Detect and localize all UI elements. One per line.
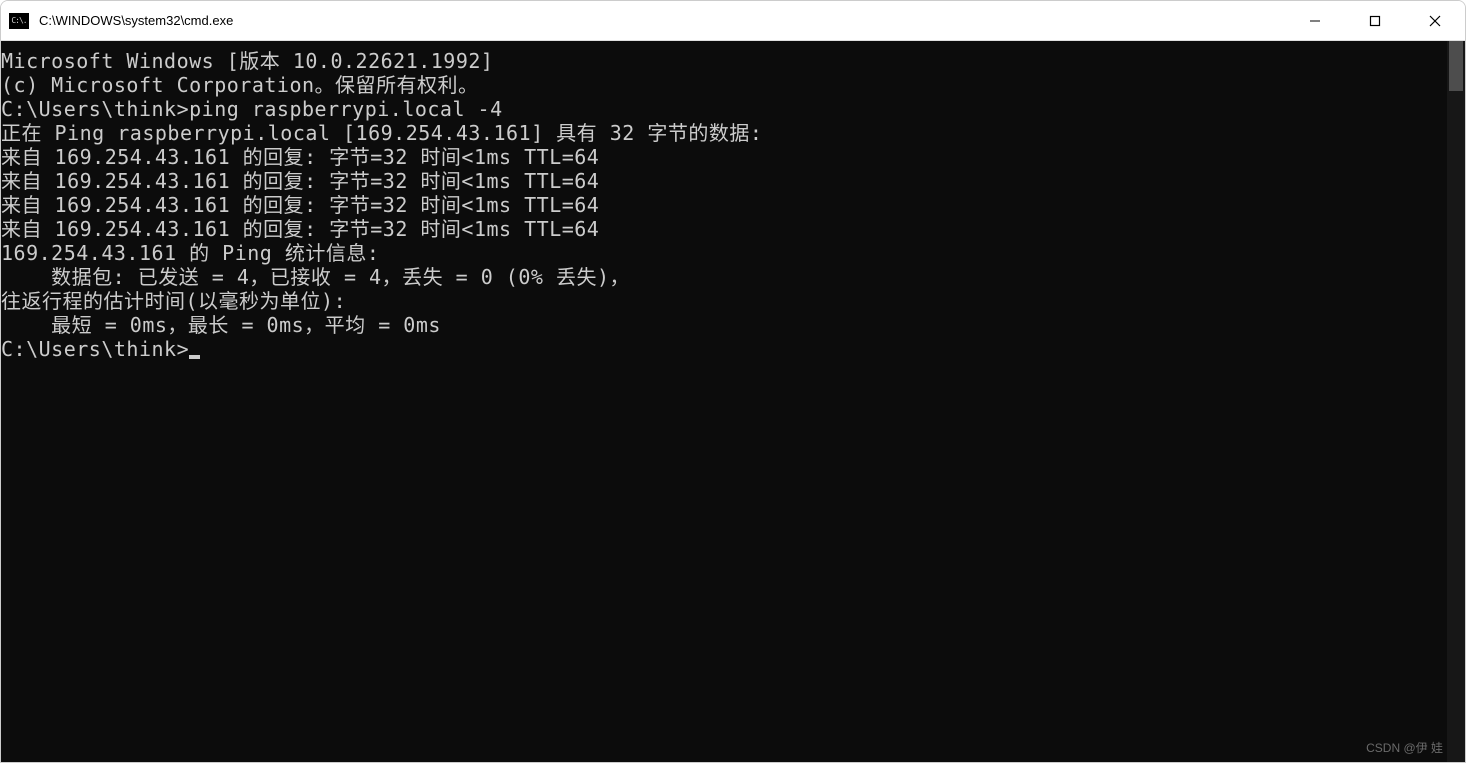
output-line: 数据包: 已发送 = 4，已接收 = 4，丢失 = 0 (0% 丢失)，	[1, 265, 1447, 289]
output-line: (c) Microsoft Corporation。保留所有权利。	[1, 73, 1447, 97]
window-title: C:\WINDOWS\system32\cmd.exe	[39, 13, 1285, 28]
terminal-area: Microsoft Windows [版本 10.0.22621.1992](c…	[1, 41, 1465, 762]
window-controls	[1285, 1, 1465, 40]
close-button[interactable]	[1405, 1, 1465, 40]
output-line: 最短 = 0ms，最长 = 0ms，平均 = 0ms	[1, 313, 1447, 337]
output-line: 来自 169.254.43.161 的回复: 字节=32 时间<1ms TTL=…	[1, 169, 1447, 193]
output-line: 往返行程的估计时间(以毫秒为单位):	[1, 289, 1447, 313]
cursor	[189, 355, 200, 359]
output-line: Microsoft Windows [版本 10.0.22621.1992]	[1, 49, 1447, 73]
titlebar[interactable]: C:\. C:\WINDOWS\system32\cmd.exe	[1, 1, 1465, 41]
output-line: 来自 169.254.43.161 的回复: 字节=32 时间<1ms TTL=…	[1, 193, 1447, 217]
output-line: 来自 169.254.43.161 的回复: 字节=32 时间<1ms TTL=…	[1, 217, 1447, 241]
output-line: C:\Users\think>ping raspberrypi.local -4	[1, 97, 1447, 121]
cmd-icon: C:\.	[9, 13, 29, 29]
scrollbar[interactable]	[1447, 41, 1465, 762]
watermark: CSDN @伊 娃	[1366, 739, 1443, 756]
maximize-button[interactable]	[1345, 1, 1405, 40]
terminal-output[interactable]: Microsoft Windows [版本 10.0.22621.1992](c…	[1, 41, 1447, 762]
output-line: 正在 Ping raspberrypi.local [169.254.43.16…	[1, 121, 1447, 145]
prompt-line: C:\Users\think>	[1, 337, 1447, 361]
output-line: 来自 169.254.43.161 的回复: 字节=32 时间<1ms TTL=…	[1, 145, 1447, 169]
minimize-button[interactable]	[1285, 1, 1345, 40]
scrollbar-thumb[interactable]	[1449, 41, 1463, 91]
output-line: 169.254.43.161 的 Ping 统计信息:	[1, 241, 1447, 265]
prompt-text: C:\Users\think>	[1, 337, 189, 361]
cmd-window: C:\. C:\WINDOWS\system32\cmd.exe Microso…	[0, 0, 1466, 763]
